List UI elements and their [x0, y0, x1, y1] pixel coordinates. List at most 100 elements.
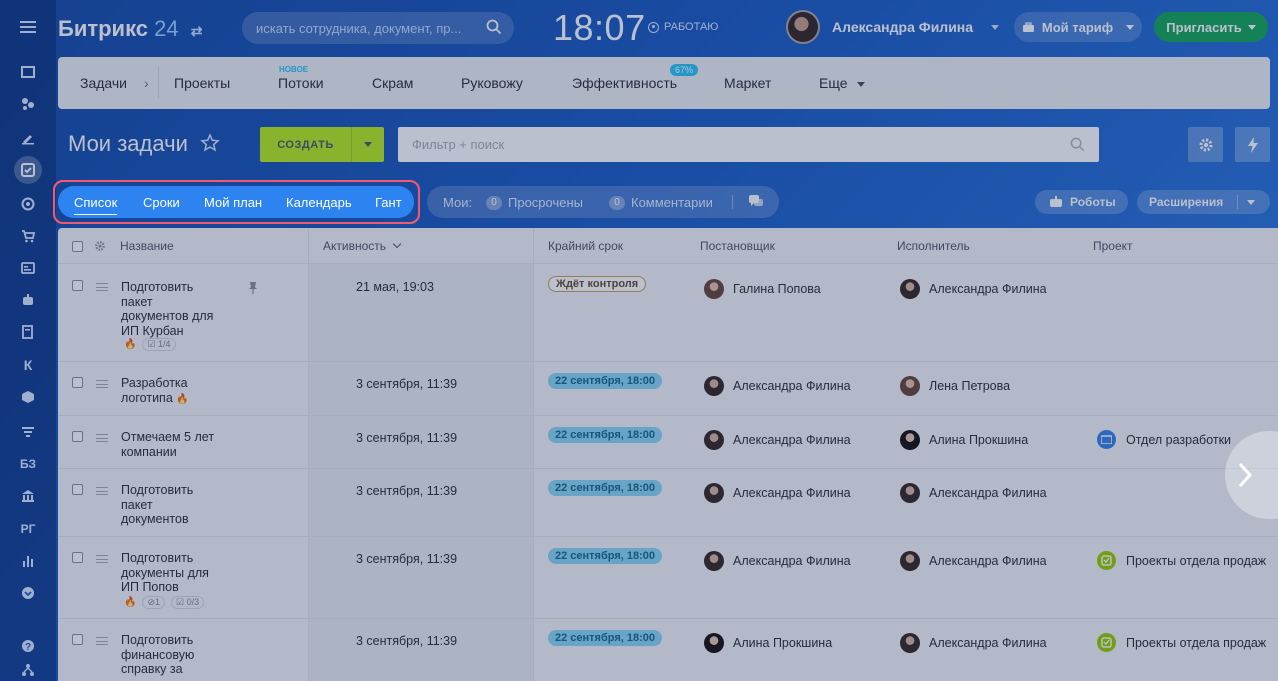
tasks-icon[interactable] [14, 156, 42, 184]
nav-flows[interactable]: Потоки [278, 75, 324, 91]
drag-handle-icon[interactable] [96, 637, 108, 645]
clock[interactable]: 18:07 [553, 7, 646, 49]
task-title[interactable]: Подготовить финансовую справку за [121, 633, 241, 677]
responsible[interactable]: Александра Филина [900, 633, 1047, 653]
edit-icon[interactable] [16, 126, 40, 150]
gear-icon[interactable] [94, 240, 106, 252]
user-menu[interactable]: Александра Филина [786, 10, 1000, 44]
creator[interactable]: Александра Филина [704, 483, 851, 503]
column-header-responsible[interactable]: Исполнитель [897, 239, 970, 253]
create-dropdown[interactable] [352, 142, 384, 147]
column-header-project[interactable]: Проект [1093, 239, 1133, 253]
logo[interactable]: Битрикс 24 ⇄ [58, 16, 203, 42]
nav-projects[interactable]: Проекты [174, 75, 230, 91]
settings-button[interactable] [1188, 127, 1223, 162]
drag-handle-icon[interactable] [96, 434, 108, 442]
drag-handle-icon[interactable] [96, 380, 108, 388]
swap-arrows-icon[interactable]: ⇄ [191, 23, 203, 39]
row-checkbox[interactable] [72, 280, 83, 291]
nav-efficiency[interactable]: Эффективность [572, 75, 677, 91]
row-checkbox[interactable] [72, 552, 83, 563]
table-row[interactable]: Отмечаем 5 лет компании 3 сентября, 11:3… [58, 416, 1278, 469]
table-row[interactable]: Подготовить документы для ИП Попов 🔥 ⊘1 … [58, 537, 1278, 619]
rail-text-k[interactable]: К [16, 353, 40, 377]
nav-scrum[interactable]: Скрам [372, 75, 413, 91]
task-title[interactable]: Подготовить пакет документов для ИП Курб… [121, 280, 241, 338]
counter-overdue[interactable]: 0 Просрочены [486, 195, 583, 210]
nav-more[interactable]: Еще [819, 75, 866, 91]
target-icon[interactable] [16, 192, 40, 216]
counter-comments[interactable]: 0 Комментарии [609, 195, 713, 210]
robot-icon[interactable] [16, 288, 40, 312]
contact-card-icon[interactable] [16, 256, 40, 280]
deadline-badge[interactable]: 22 сентября, 18:00 [548, 480, 663, 496]
crm-icon[interactable] [16, 92, 40, 116]
cart-icon[interactable] [16, 224, 40, 248]
analytics-icon[interactable] [16, 549, 40, 573]
invite-button[interactable]: Пригласить [1154, 12, 1268, 42]
chevron-down-icon[interactable] [1247, 200, 1255, 205]
project[interactable]: Проекты отдела продаж [1097, 633, 1266, 652]
row-checkbox[interactable] [72, 484, 83, 495]
create-button[interactable]: СОЗДАТЬ [260, 127, 384, 162]
structure-icon[interactable] [16, 658, 40, 681]
nav-supervising[interactable]: Руковожу [461, 75, 523, 91]
document-edit-icon[interactable] [16, 320, 40, 344]
filter-funnel-icon[interactable] [16, 420, 40, 444]
responsible[interactable]: Алина Прокшина [900, 430, 1028, 450]
tariff-button[interactable]: Мой тариф [1014, 12, 1142, 42]
table-row[interactable]: Подготовить пакет документов 3 сентября,… [58, 469, 1278, 537]
select-all-checkbox[interactable] [72, 241, 83, 252]
task-title[interactable]: Подготовить пакет документов [121, 483, 241, 527]
global-search-input[interactable]: искать сотрудника, документ, пр... [242, 12, 514, 44]
box-icon[interactable] [16, 385, 40, 409]
bank-icon[interactable] [16, 484, 40, 508]
responsible[interactable]: Александра Филина [900, 551, 1047, 571]
drag-handle-icon[interactable] [96, 487, 108, 495]
row-checkbox[interactable] [72, 377, 83, 388]
column-header-creator[interactable]: Постановщик [700, 239, 775, 253]
creator[interactable]: Галина Попова [704, 279, 821, 299]
deadline-badge[interactable]: 22 сентября, 18:00 [548, 548, 663, 564]
row-checkbox[interactable] [72, 634, 83, 645]
chat-bubbles-icon[interactable] [748, 194, 764, 209]
responsible[interactable]: Александра Филина [900, 279, 1047, 299]
robots-button[interactable]: Роботы [1035, 190, 1128, 214]
creator[interactable]: Алина Прокшина [704, 633, 832, 653]
creator[interactable]: Александра Филина [704, 430, 851, 450]
column-header-name[interactable]: Название [120, 239, 174, 253]
rail-text-kb[interactable]: БЗ [16, 452, 40, 476]
column-header-deadline[interactable]: Крайний срок [548, 239, 623, 253]
task-title[interactable]: Отмечаем 5 лет компании [121, 430, 261, 459]
drag-handle-icon[interactable] [96, 555, 108, 563]
rail-text-rg[interactable]: РГ [16, 517, 40, 541]
responsible[interactable]: Лена Петрова [900, 376, 1010, 396]
chevron-circle-icon[interactable] [16, 581, 40, 605]
project[interactable]: Проекты отдела продаж [1097, 551, 1266, 570]
nav-market[interactable]: Маркет [724, 75, 771, 91]
nav-tasks[interactable]: Задачи [80, 75, 127, 91]
creator[interactable]: Александра Филина [704, 551, 851, 571]
task-title[interactable]: Разработка логотипа 🔥 [121, 376, 241, 407]
deadline-badge[interactable]: Ждёт контроля [548, 276, 647, 292]
column-header-activity[interactable]: Активность [323, 239, 402, 253]
table-row[interactable]: Подготовить финансовую справку за 3 сент… [58, 619, 1278, 681]
table-row[interactable]: Разработка логотипа 🔥 3 сентября, 11:39 … [58, 362, 1278, 416]
deadline-badge[interactable]: 22 сентября, 18:00 [548, 630, 663, 646]
star-icon[interactable] [200, 133, 220, 153]
deadline-badge[interactable]: 22 сентября, 18:00 [548, 373, 663, 389]
menu-icon[interactable] [16, 15, 40, 39]
help-icon[interactable]: ? [16, 634, 40, 658]
drag-handle-icon[interactable] [96, 283, 108, 291]
filter-search-input[interactable]: Фильтр + поиск [398, 127, 1099, 162]
creator[interactable]: Александра Филина [704, 376, 851, 396]
task-title[interactable]: Подготовить документы для ИП Попов [121, 551, 241, 595]
row-checkbox[interactable] [72, 431, 83, 442]
avatar[interactable] [786, 10, 820, 44]
feed-icon[interactable] [16, 60, 40, 84]
deadline-badge[interactable]: 22 сентября, 18:00 [548, 427, 663, 443]
pin-icon[interactable] [248, 281, 258, 295]
work-status[interactable]: РАБОТАЮ [648, 21, 718, 33]
table-row[interactable]: Подготовить пакет документов для ИП Курб… [58, 264, 1278, 362]
project[interactable]: Отдел разработки [1097, 430, 1231, 449]
